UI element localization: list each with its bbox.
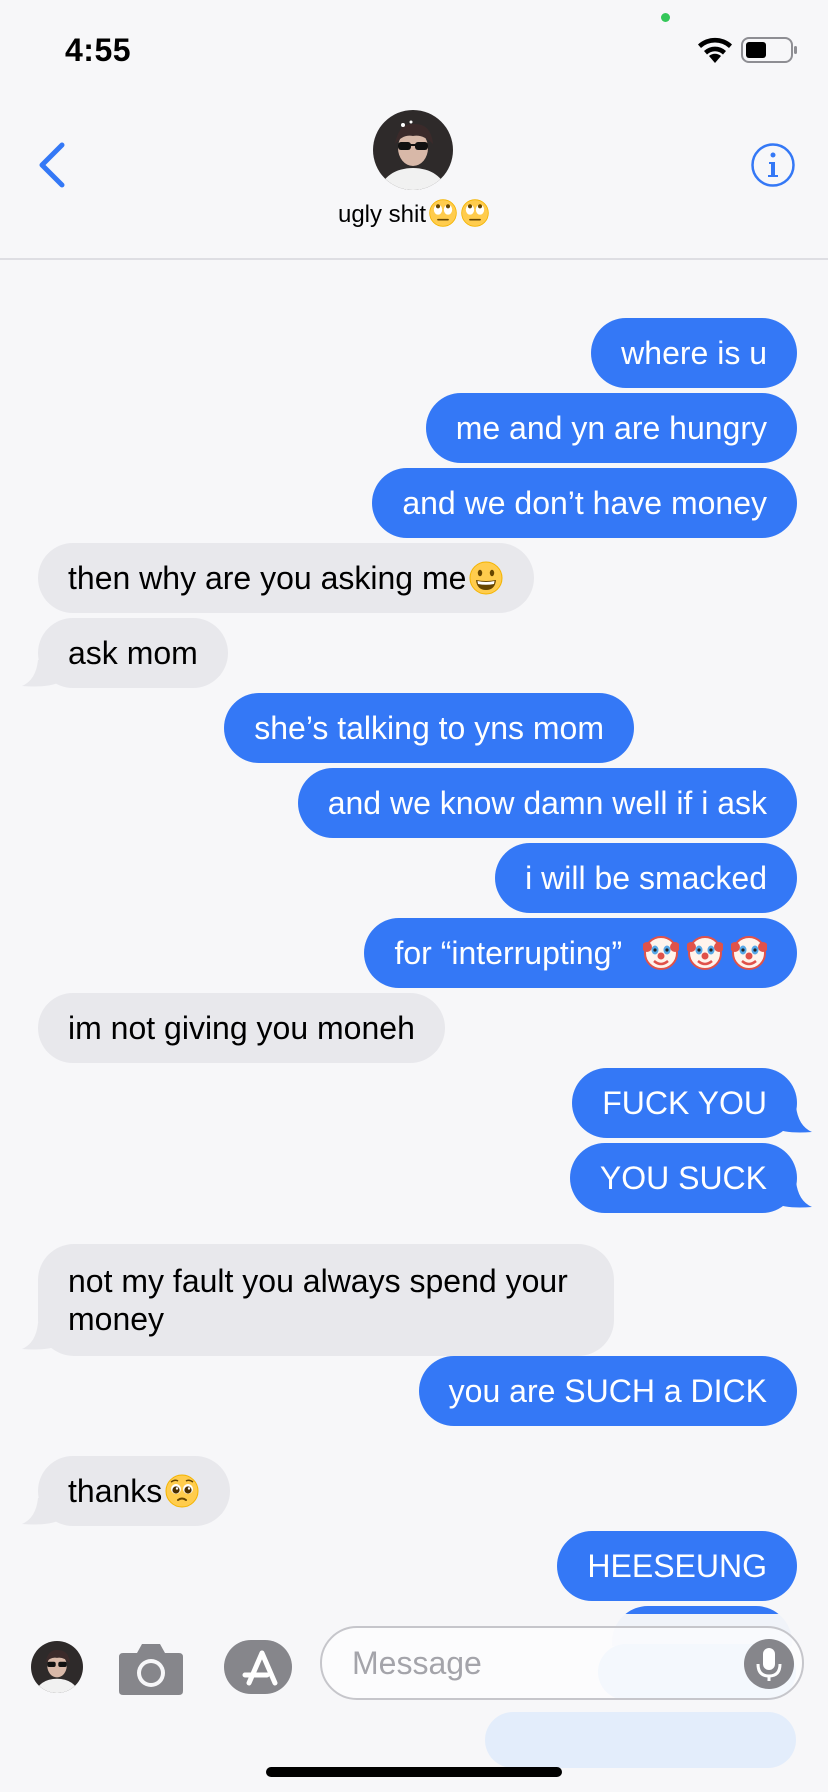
sent-message-bubble[interactable]: where is u	[591, 318, 797, 388]
home-indicator[interactable]	[266, 1767, 562, 1777]
received-bubble-tail	[22, 1498, 60, 1525]
message-text: FUCK YOU	[602, 1085, 767, 1121]
message-text: YOU SUCK	[599, 1160, 767, 1196]
message-text: you are SUCH a DICK	[448, 1373, 767, 1409]
sent-message-bubble[interactable]: and we know damn well if i ask	[297, 768, 797, 838]
received-message-bubble[interactable]: then why are you asking me	[38, 543, 535, 613]
sent-bubble-tail	[774, 1106, 812, 1133]
composer-bar: Message	[0, 1614, 828, 1792]
message-text: thanks	[68, 1473, 163, 1509]
sent-message-bubble[interactable]: FUCK YOU	[572, 1068, 797, 1138]
sent-message-bubble[interactable]: me and yn are hungry	[425, 393, 797, 463]
message-text: HEESEUNG	[587, 1548, 767, 1584]
received-message-bubble[interactable]: not my fault you always spend your money	[38, 1244, 614, 1356]
grinning-emoji-icon	[469, 561, 503, 595]
contact-name[interactable]: ugly shit	[0, 198, 828, 229]
app-avatar[interactable]	[31, 1641, 83, 1693]
sent-message-bubble[interactable]: you are SUCH a DICK	[418, 1356, 797, 1426]
pleading-emoji-icon	[165, 1474, 199, 1508]
contact-name-text: ugly shit	[337, 201, 427, 228]
message-text: for “interrupting”	[394, 935, 623, 971]
camera-icon[interactable]	[117, 1639, 185, 1697]
status-bar: 4:55	[0, 0, 828, 100]
clown-emoji-icon	[731, 936, 767, 970]
sent-message-bubble[interactable]: i will be smacked	[495, 843, 797, 913]
sent-message-bubble[interactable]: she’s talking to yns mom	[224, 693, 634, 763]
sent-message-bubble[interactable]: for “interrupting”	[364, 918, 797, 988]
message-input[interactable]: Message	[320, 1626, 804, 1700]
received-message-bubble[interactable]: im not giving you moneh	[38, 993, 445, 1063]
sent-message-bubble[interactable]: YOU SUCK	[569, 1143, 797, 1213]
message-text: she’s talking to yns mom	[254, 710, 604, 746]
ghost-overlay-bubble	[485, 1712, 796, 1768]
message-text: me and yn are hungry	[455, 410, 767, 446]
message-text: im not giving you moneh	[68, 1010, 415, 1046]
clown-emoji-icon	[687, 936, 723, 970]
eye-roll-emoji-icon	[429, 199, 457, 227]
battery-icon	[741, 37, 797, 63]
message-text: not my fault you always spend your money	[68, 1263, 568, 1337]
camera-indicator-dot	[661, 13, 670, 22]
message-text: then why are you asking me	[68, 560, 467, 596]
received-message-bubble[interactable]: ask mom	[38, 618, 228, 688]
clown-emojis	[641, 935, 767, 971]
wifi-icon	[698, 37, 732, 63]
message-text: and we know damn well if i ask	[327, 785, 767, 821]
message-text: ask mom	[68, 635, 198, 671]
received-message-bubble[interactable]: thanks	[38, 1456, 231, 1526]
message-text: and we don’t have money	[402, 485, 767, 521]
message-text: i will be smacked	[525, 860, 767, 896]
conversation-header: ugly shit	[0, 100, 828, 260]
messages-screen: 4:55 ugly shit where is u me and yn are …	[0, 0, 828, 1792]
eye-roll-emoji-icon	[461, 199, 489, 227]
sent-message-bubble[interactable]: and we don’t have money	[372, 468, 797, 538]
message-text: where is u	[621, 335, 767, 371]
received-bubble-tail	[22, 660, 60, 687]
status-time: 4:55	[65, 32, 132, 68]
received-bubble-tail	[22, 1323, 60, 1350]
contact-avatar[interactable]	[373, 110, 453, 190]
sent-bubble-tail	[774, 1181, 812, 1208]
sent-message-bubble[interactable]: HEESEUNG	[557, 1531, 797, 1601]
app-store-icon[interactable]	[223, 1639, 293, 1695]
message-placeholder: Message	[352, 1645, 482, 1681]
info-icon[interactable]	[750, 142, 796, 188]
clown-emoji-icon	[643, 936, 679, 970]
back-chevron-icon[interactable]	[36, 140, 68, 190]
microphone-icon[interactable]	[743, 1638, 795, 1690]
